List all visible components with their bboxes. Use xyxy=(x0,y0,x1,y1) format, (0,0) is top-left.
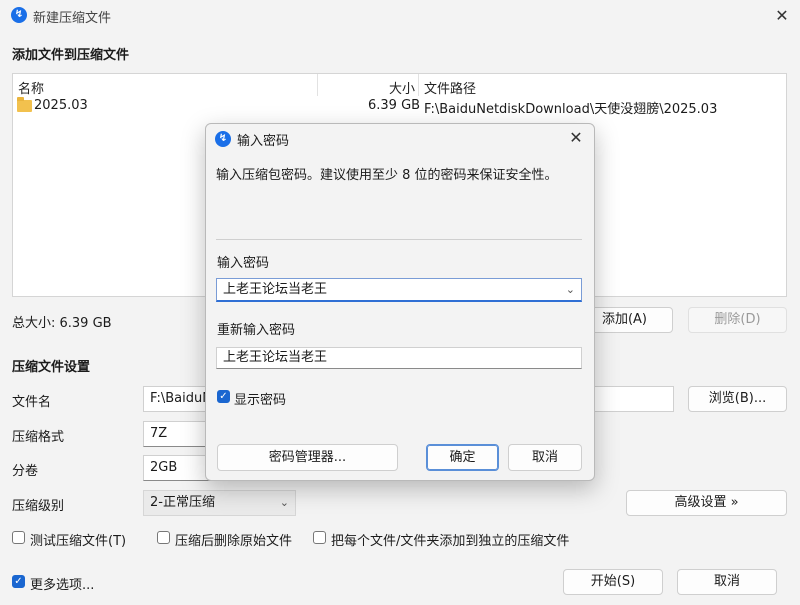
show-password-label: 显示密码 xyxy=(234,393,287,408)
format-label: 压缩格式 xyxy=(12,430,65,445)
delete-after-label: 压缩后删除原始文件 xyxy=(175,534,293,549)
chevron-down-icon: ⌄ xyxy=(279,496,289,509)
dialog-cancel-button[interactable]: 取消 xyxy=(508,444,582,471)
split-value: 2GB xyxy=(150,460,178,475)
divider xyxy=(216,239,582,240)
delete-button[interactable]: 删除(D) xyxy=(688,307,787,333)
total-size: 总大小: 6.39 GB xyxy=(12,316,112,331)
level-label: 压缩级别 xyxy=(12,499,65,514)
more-options-label: 更多选项... xyxy=(30,578,95,593)
each-separate-checkbox[interactable] xyxy=(313,531,326,544)
level-select[interactable]: 2-正常压缩 ⌄ xyxy=(143,490,296,516)
app-logo-icon: ↯ xyxy=(215,131,231,147)
start-button[interactable]: 开始(S) xyxy=(563,569,663,595)
browse-button[interactable]: 浏览(B)... xyxy=(688,386,787,412)
table-row[interactable]: 2025.03 6.39 GB F:\BaiduNetdiskDownload\… xyxy=(13,96,786,117)
add-files-heading: 添加文件到压缩文件 xyxy=(12,48,130,63)
split-label: 分卷 xyxy=(12,464,39,479)
column-separator[interactable] xyxy=(418,74,419,96)
column-header-name[interactable]: 名称 xyxy=(18,78,44,97)
test-archive-label: 测试压缩文件(T) xyxy=(30,534,127,549)
cancel-button[interactable]: 取消 xyxy=(677,569,777,595)
reenter-password-label: 重新输入密码 xyxy=(217,323,296,338)
advanced-settings-button[interactable]: 高级设置 » xyxy=(626,490,787,516)
dialog-description: 输入压缩包密码。建议使用至少 8 位的密码来保证安全性。 xyxy=(216,168,558,183)
delete-after-checkbox[interactable] xyxy=(157,531,170,544)
filename-value: F:\BaiduN xyxy=(150,391,212,406)
title-bar: ↯ 新建压缩文件 ✕ xyxy=(0,0,800,32)
more-options-checkbox[interactable]: ✓ xyxy=(12,575,25,588)
dialog-title: 输入密码 xyxy=(237,134,290,149)
file-name: 2025.03 xyxy=(34,98,88,113)
password-value: 上老王论坛当老王 xyxy=(223,282,328,297)
format-value: 7Z xyxy=(150,426,168,441)
password-dialog: ↯ 输入密码 ✕ 输入压缩包密码。建议使用至少 8 位的密码来保证安全性。 输入… xyxy=(205,123,595,481)
chevron-down-icon[interactable]: ⌄ xyxy=(566,279,575,300)
filename-label: 文件名 xyxy=(12,395,52,410)
close-icon[interactable]: ✕ xyxy=(770,4,794,28)
test-archive-checkbox[interactable] xyxy=(12,531,25,544)
reenter-password-input[interactable]: 上老王论坛当老王 xyxy=(216,347,582,369)
column-separator[interactable] xyxy=(317,74,318,96)
app-logo-icon: ↯ xyxy=(11,7,27,23)
level-value: 2-正常压缩 xyxy=(150,495,215,510)
reenter-password-value: 上老王论坛当老王 xyxy=(223,350,328,365)
settings-heading: 压缩文件设置 xyxy=(12,360,91,375)
file-path: F:\BaiduNetdiskDownload\天使没翅膀\2025.03 xyxy=(424,102,718,117)
ok-button[interactable]: 确定 xyxy=(426,444,499,471)
show-password-checkbox[interactable]: ✓ xyxy=(217,390,230,403)
password-input[interactable]: 上老王论坛当老王 ⌄ xyxy=(216,278,582,302)
folder-icon xyxy=(17,97,32,112)
file-size: 6.39 GB xyxy=(368,98,421,113)
column-header-path[interactable]: 文件路径 xyxy=(424,78,476,97)
password-label: 输入密码 xyxy=(217,256,270,271)
password-manager-button[interactable]: 密码管理器... xyxy=(217,444,398,471)
column-header-size[interactable]: 大小 xyxy=(389,78,415,97)
window-title: 新建压缩文件 xyxy=(33,11,112,26)
dialog-close-icon[interactable]: ✕ xyxy=(564,126,588,150)
each-separate-label: 把每个文件/文件夹添加到独立的压缩文件 xyxy=(331,534,570,549)
